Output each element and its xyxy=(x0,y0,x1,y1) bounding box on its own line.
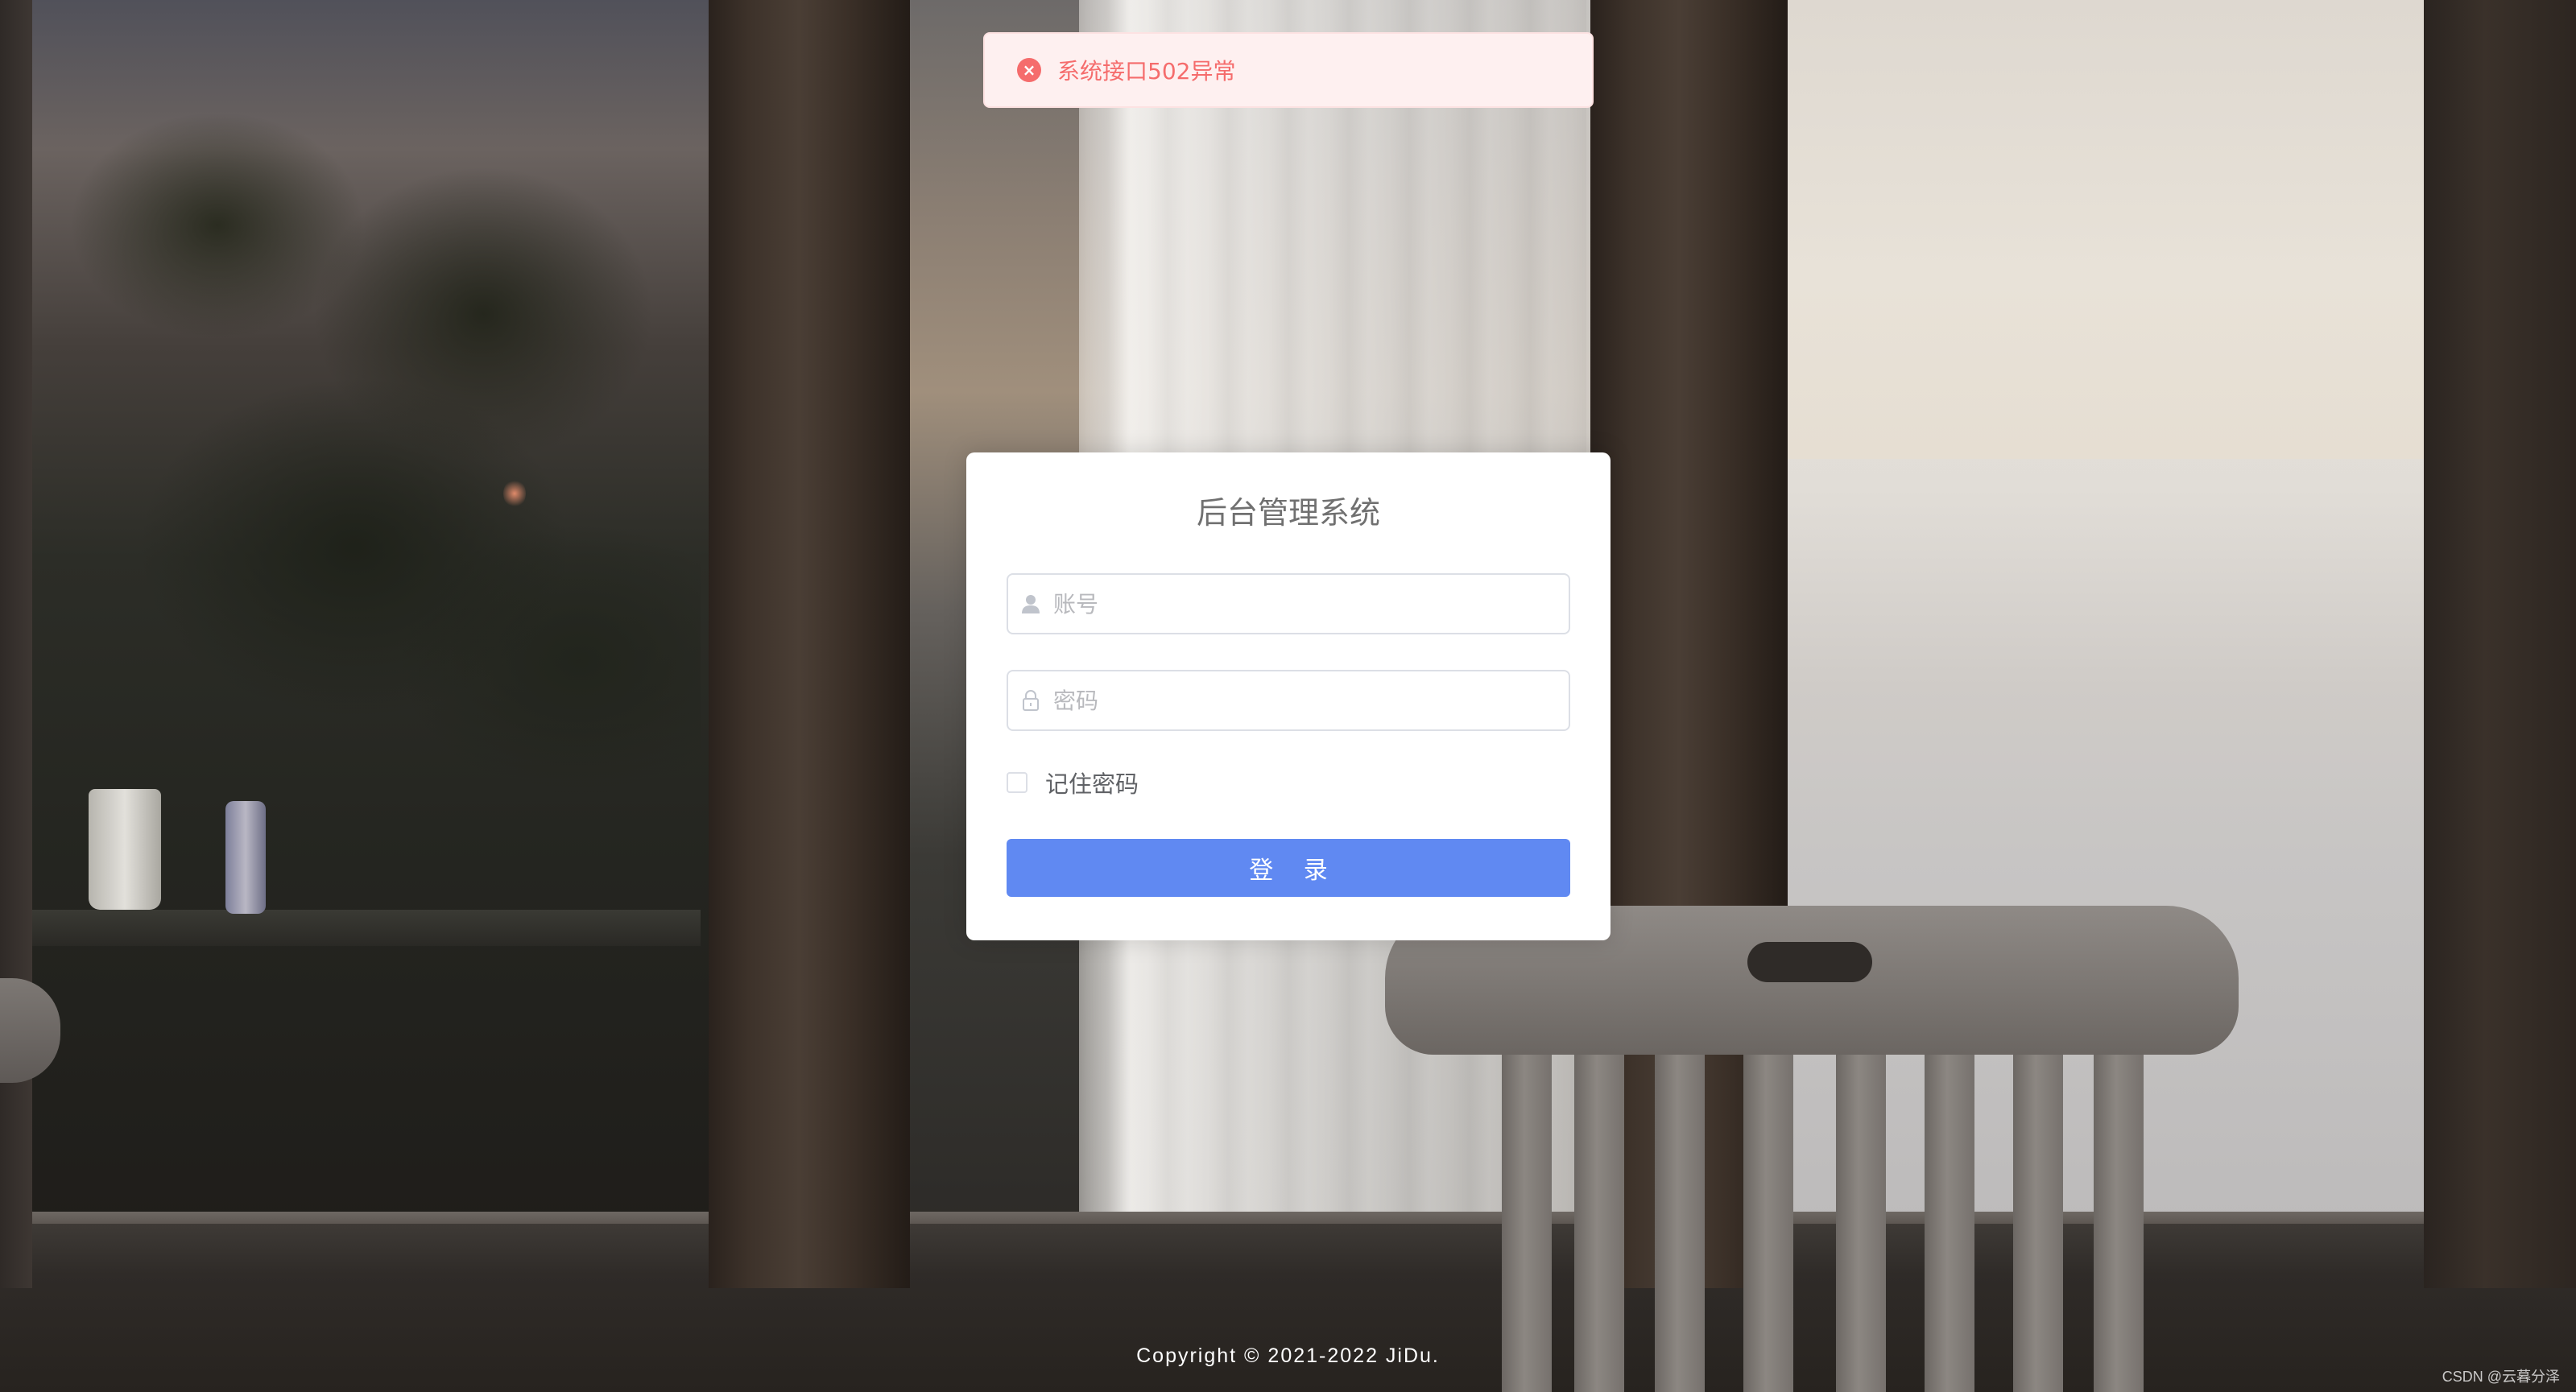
chair-handle-hole xyxy=(1747,942,1872,982)
chair-slat xyxy=(1836,1047,1886,1392)
lock-icon xyxy=(1008,671,1053,729)
username-field[interactable] xyxy=(1007,573,1570,634)
chair-slat xyxy=(1743,1047,1793,1392)
login-button[interactable]: 登 录 xyxy=(1007,839,1570,897)
trees-reflection xyxy=(32,48,701,918)
remember-checkbox[interactable] xyxy=(1007,772,1028,793)
user-icon xyxy=(1008,575,1053,633)
login-form: 后台管理系统 记住密码 登 录 xyxy=(966,452,1611,940)
remember-label[interactable]: 记住密码 xyxy=(1045,766,1139,799)
table-reflection xyxy=(32,910,701,946)
login-title: 后台管理系统 xyxy=(1196,495,1380,531)
copyright-text: Copyright © 2021-2022 JiDu. xyxy=(1136,1344,1440,1367)
chair-slat xyxy=(1655,1047,1705,1392)
username-input[interactable] xyxy=(1053,580,1553,628)
wooden-post xyxy=(2424,0,2576,1288)
lamp-glow xyxy=(503,479,526,508)
remember-password[interactable]: 记住密码 xyxy=(1007,766,1139,799)
cup-reflection xyxy=(89,789,161,910)
error-message: × 系统接口502异常 xyxy=(983,32,1594,108)
password-field[interactable] xyxy=(1007,670,1570,731)
wooden-post xyxy=(0,0,32,1288)
bottle-reflection xyxy=(225,801,266,914)
password-input[interactable] xyxy=(1053,676,1553,725)
login-page: × 系统接口502异常 后台管理系统 账号 记住密码 登 录 Copyright… xyxy=(0,0,2576,1392)
window-pane-right-upper xyxy=(1788,0,2424,459)
wooden-post xyxy=(709,0,910,1288)
watermark-text: CSDN @云暮分泽 xyxy=(2442,1369,2560,1385)
circle-close-icon: × xyxy=(1017,58,1041,82)
chair-slat xyxy=(1925,1047,1974,1392)
chair-slat xyxy=(2013,1047,2063,1392)
chair-slat xyxy=(2094,1047,2144,1392)
chair-slat xyxy=(1574,1047,1624,1392)
error-message-text: 系统接口502异常 xyxy=(1057,58,1236,85)
chair-slat xyxy=(1502,1047,1552,1392)
